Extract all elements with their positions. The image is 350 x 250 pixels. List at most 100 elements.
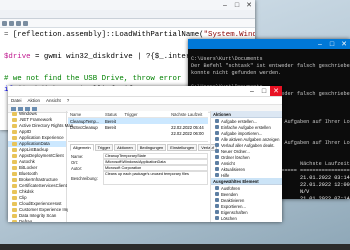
folder-icon — [12, 142, 17, 146]
column-trigger[interactable]: Trigger — [122, 112, 169, 117]
action-label: Deaktivieren — [221, 197, 245, 203]
close-icon[interactable]: ✕ — [243, 0, 255, 10]
actions-header[interactable]: Aktionen — [211, 111, 282, 118]
action-icon — [215, 198, 219, 202]
folder-icon — [12, 118, 17, 122]
save-icon[interactable] — [16, 20, 21, 26]
folder-icon — [12, 196, 17, 200]
details-tab[interactable]: Einstellungen — [167, 144, 198, 151]
table-cell: Bereit — [105, 118, 116, 124]
close-icon[interactable]: ✕ — [338, 39, 350, 49]
action-icon — [215, 204, 219, 208]
maximize-icon[interactable]: □ — [231, 0, 243, 10]
menu-file[interactable]: Datei — [11, 98, 22, 103]
maximize-icon[interactable]: □ — [326, 39, 338, 49]
console-titlebar[interactable]: – □ ✕ — [188, 39, 350, 49]
console-line: Der Befehl "schtask" ist entweder falsch… — [191, 63, 350, 69]
run-icon[interactable] — [23, 20, 28, 26]
selected-item-header[interactable]: Ausgewähltes Element — [211, 178, 282, 185]
action-label: Aufgabe importieren... — [221, 130, 263, 136]
action-icon — [215, 186, 219, 190]
action-label: Einfache Aufgabe erstellen — [221, 124, 271, 130]
task-details: Allgemein Trigger Aktionen Bedingungen Einst… — [68, 141, 217, 222]
folder-icon — [12, 160, 17, 164]
taskbar[interactable] — [0, 244, 350, 250]
open-file-icon[interactable] — [9, 20, 14, 26]
task-table-header[interactable]: Name Status Trigger Nächste Laufzeit — [68, 111, 208, 118]
folder-icon — [12, 148, 17, 152]
minimize-icon[interactable]: – — [219, 0, 231, 10]
minimize-icon[interactable]: – — [246, 86, 258, 96]
action-icon — [215, 210, 219, 214]
action-label: Alle aktiven Aufgaben anzeigen — [221, 136, 280, 142]
folder-icon — [12, 202, 17, 206]
menu-view[interactable]: Ansicht — [46, 98, 61, 103]
folder-icon — [12, 208, 17, 212]
action-icon — [215, 125, 219, 129]
task-scheduler-window[interactable]: – □ ✕ Datei Aktion Ansicht ? Windows .NET… — [8, 86, 282, 222]
action-item[interactable]: Verlauf aller Aufgaben deakt. — [211, 142, 282, 148]
action-icon — [215, 149, 219, 153]
action-item[interactable]: Hilfe — [211, 221, 282, 223]
field-label: Ort: — [71, 159, 78, 165]
action-item[interactable]: Alle aktiven Aufgaben anzeigen — [211, 136, 282, 142]
new-file-icon[interactable] — [2, 20, 7, 26]
menu-action[interactable]: Aktion — [28, 98, 41, 103]
maximize-icon[interactable]: □ — [258, 86, 270, 96]
mmc-titlebar[interactable]: – □ ✕ — [8, 86, 282, 97]
folder-icon — [12, 220, 17, 222]
folder-icon — [12, 166, 17, 170]
console-line: konnte nicht gefunden werden. — [191, 70, 282, 76]
details-tab[interactable]: Allgemein — [70, 144, 94, 151]
properties-icon[interactable] — [32, 106, 37, 111]
action-label: Eigenschaften — [221, 209, 248, 215]
action-label: Exportieren... — [221, 203, 246, 209]
back-icon[interactable] — [11, 106, 16, 111]
tree-item[interactable]: Defrag — [8, 219, 66, 222]
action-label: Aktualisieren — [221, 166, 245, 172]
action-label: Beenden — [221, 191, 238, 197]
table-cell: Bereit — [105, 124, 116, 130]
action-icon — [215, 161, 219, 165]
field-label: Autor: — [71, 165, 83, 171]
ise-toolbar[interactable] — [0, 19, 255, 28]
details-tab[interactable]: Aktionen — [114, 144, 136, 151]
up-icon[interactable] — [25, 106, 30, 111]
folder-icon — [12, 190, 17, 194]
details-tab[interactable]: Bedingungen — [136, 144, 167, 151]
menu-help[interactable]: ? — [67, 98, 70, 103]
action-label: Verlauf aller Aufgaben deakt. — [221, 142, 275, 148]
folder-icon — [12, 124, 17, 128]
column-status[interactable]: Status — [103, 112, 122, 117]
folder-icon — [12, 178, 17, 182]
details-tab[interactable]: Trigger — [94, 144, 114, 151]
ise-titlebar[interactable]: – □ ✕ — [0, 0, 255, 10]
folder-icon — [12, 172, 17, 176]
column-next-run[interactable]: Nächste Laufzeit — [169, 112, 208, 117]
tree-item-label: Defrag — [19, 219, 33, 222]
code-token: [reflection.assembly]::LoadWithPartialNa… — [8, 31, 204, 39]
folder-icon — [12, 112, 17, 116]
column-name[interactable]: Name — [68, 112, 103, 117]
close-icon[interactable]: ✕ — [270, 86, 282, 96]
ise-menubar[interactable] — [0, 10, 255, 19]
action-icon — [215, 216, 219, 220]
action-icon — [215, 119, 219, 123]
action-icon — [215, 192, 219, 196]
details-tabs[interactable]: Allgemein Trigger Aktionen Bedingungen Einst… — [68, 142, 217, 153]
minimize-icon[interactable]: – — [314, 39, 326, 49]
field-label: Beschreibung: — [71, 175, 98, 181]
action-icon — [215, 131, 219, 135]
action-icon — [215, 143, 219, 147]
action-label: Neuer Ordner... — [221, 148, 250, 154]
forward-icon[interactable] — [18, 106, 23, 111]
task-pane: Name Status Trigger Nächste Laufzeit Cle… — [68, 111, 217, 222]
mmc-menubar[interactable]: Datei Aktion Ansicht ? — [8, 97, 282, 105]
action-label: Aufgabe erstellen... — [221, 118, 258, 124]
task-table[interactable]: Name Status Trigger Nächste Laufzeit Cle… — [68, 111, 208, 136]
table-row[interactable]: 22.02.2022 06:00 — [68, 130, 208, 136]
folder-icon — [12, 154, 17, 158]
folder-tree[interactable]: Windows .NET Framework Active Directory Ri… — [8, 111, 73, 222]
field-value[interactable]: Cleans up each package's unused temporar… — [103, 171, 208, 185]
